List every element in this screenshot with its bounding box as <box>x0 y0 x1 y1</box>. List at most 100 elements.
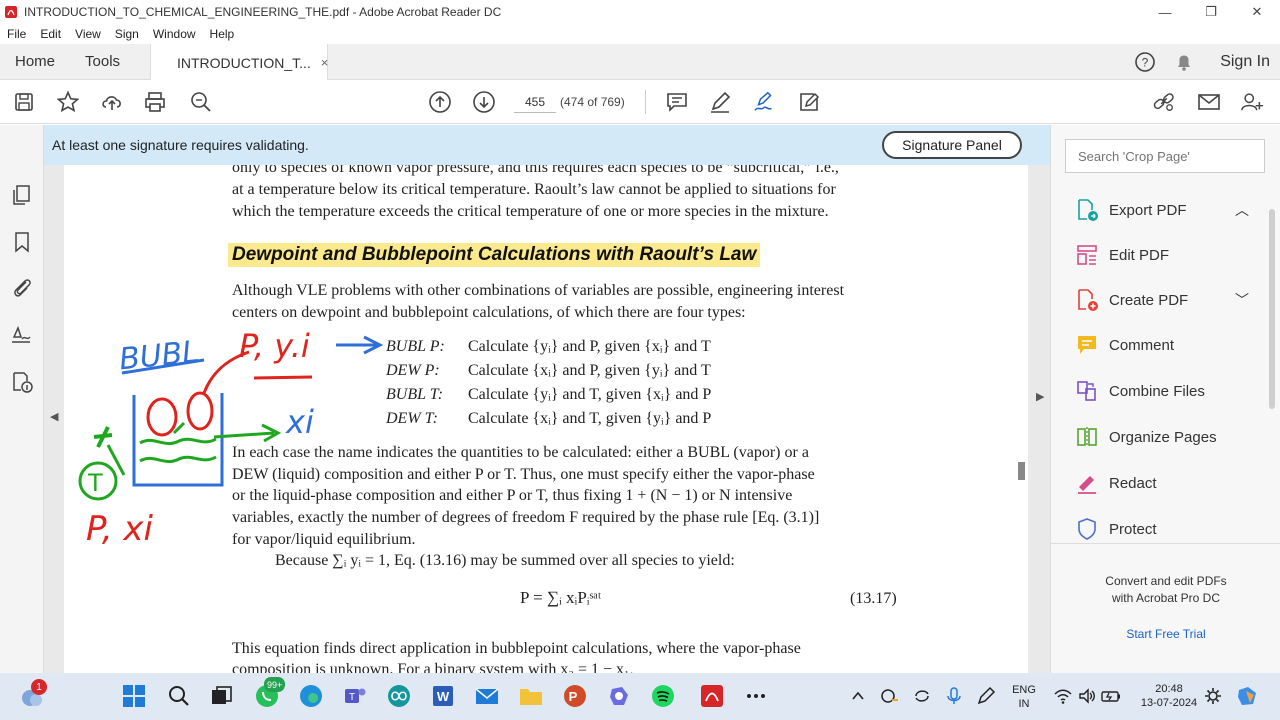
clock[interactable]: 20:48 13-07-2024 <box>1140 682 1198 710</box>
content-info-icon[interactable] <box>10 370 34 394</box>
chevron-down-icon[interactable]: ﹀ <box>1235 290 1249 310</box>
more-apps-icon[interactable] <box>743 683 769 709</box>
page-thumbnails-icon[interactable] <box>10 183 34 207</box>
acrobat-taskbar-icon[interactable] <box>699 683 725 709</box>
start-windows-icon[interactable] <box>121 683 147 709</box>
teams-icon[interactable]: T <box>342 683 368 709</box>
tools-search-input[interactable] <box>1065 139 1265 173</box>
highlight-pen-icon[interactable] <box>708 90 732 114</box>
svg-text:W: W <box>437 689 450 704</box>
export-pdf-icon <box>1078 199 1098 221</box>
tools-pane-scrollbar[interactable] <box>1269 209 1275 409</box>
help-icon[interactable]: ? <box>1134 51 1156 73</box>
bookmark-star-icon[interactable] <box>56 90 80 114</box>
windows-taskbar: 1 99+ T W P ENG IN 20:48 13-07-2024 <box>0 673 1280 720</box>
clock-date: 13-07-2024 <box>1140 697 1198 709</box>
tool-protect[interactable]: Protect <box>1075 514 1157 544</box>
combine-files-icon <box>1077 381 1096 401</box>
share-link-icon[interactable] <box>1152 90 1176 114</box>
comment-icon[interactable] <box>665 90 689 114</box>
restore-button[interactable]: ❐ <box>1188 0 1234 24</box>
previous-page-icon[interactable] <box>428 90 452 114</box>
weather-badge: 1 <box>31 679 47 695</box>
copilot-icon[interactable] <box>606 683 632 709</box>
title-bar: INTRODUCTION_TO_CHEMICAL_ENGINEERING_THE… <box>0 0 1280 24</box>
ink-pyi-label: P, y.i <box>239 327 310 365</box>
tool-edit-pdf[interactable]: Edit PDF <box>1075 240 1169 270</box>
whatsapp-icon[interactable]: 99+ <box>254 677 286 709</box>
page-number-input[interactable]: 455 <box>514 91 556 113</box>
edit-document-icon[interactable] <box>797 90 821 114</box>
tab-document-label: INTRODUCTION_T... <box>177 54 311 71</box>
start-free-trial-link[interactable]: Start Free Trial <box>1051 627 1280 641</box>
fill-sign-icon[interactable] <box>753 90 777 114</box>
tab-document[interactable]: INTRODUCTION_T... × <box>150 44 328 81</box>
language-indicator[interactable]: ENG IN <box>1008 683 1040 711</box>
powerpoint-icon[interactable]: P <box>562 683 588 709</box>
upload-cloud-icon[interactable] <box>100 90 124 114</box>
task-view-icon[interactable] <box>209 683 235 709</box>
minimize-button[interactable]: — <box>1142 0 1188 24</box>
document-scrollbar-thumb[interactable] <box>1018 462 1025 480</box>
pdf-page: only to species of known vapor pressure,… <box>64 165 1028 673</box>
tool-label: Combine Files <box>1109 382 1205 400</box>
tab-bar: Home Tools INTRODUCTION_T... × ? Sign In <box>0 44 1280 81</box>
edge-browser-icon[interactable] <box>298 683 324 709</box>
tab-tools[interactable]: Tools <box>70 44 135 80</box>
signatures-icon[interactable] <box>10 323 34 347</box>
menu-file[interactable]: File <box>0 27 33 41</box>
tool-comment[interactable]: Comment <box>1075 330 1174 360</box>
tray-app-icon[interactable] <box>877 683 903 709</box>
tool-export-pdf[interactable]: Export PDF ︿ <box>1075 195 1249 225</box>
battery-icon[interactable] <box>1098 683 1124 709</box>
next-page-icon[interactable] <box>472 90 496 114</box>
close-window-button[interactable]: ✕ <box>1234 0 1280 24</box>
pen-tray-icon[interactable] <box>973 683 999 709</box>
tool-redact[interactable]: Redact <box>1075 468 1157 498</box>
file-explorer-icon[interactable] <box>518 683 544 709</box>
tool-combine-files[interactable]: Combine Files <box>1075 376 1205 406</box>
microphone-icon[interactable] <box>941 683 967 709</box>
show-hidden-icons-chevron[interactable] <box>845 683 871 709</box>
menu-window[interactable]: Window <box>146 27 203 41</box>
add-user-icon[interactable] <box>1240 90 1264 114</box>
tab-home[interactable]: Home <box>0 44 70 80</box>
expand-right-panel-icon[interactable]: ▶ <box>1036 390 1044 403</box>
menu-sign[interactable]: Sign <box>108 27 146 41</box>
tool-label: Protect <box>1109 520 1157 538</box>
tool-label: Create PDF <box>1109 291 1189 309</box>
document-viewport[interactable]: only to species of known vapor pressure,… <box>44 165 1050 673</box>
notification-bell-icon[interactable] <box>1174 52 1194 72</box>
collapse-left-panel-icon[interactable]: ◀ <box>50 410 58 423</box>
close-tab-icon[interactable]: × <box>321 55 329 70</box>
tool-organize-pages[interactable]: Organize Pages <box>1075 422 1217 452</box>
tool-create-pdf[interactable]: Create PDF ﹀ <box>1075 285 1249 315</box>
bookmarks-icon[interactable] <box>10 230 34 254</box>
volume-icon[interactable] <box>1074 683 1100 709</box>
acrobat-pro-promo: Convert and edit PDFs with Acrobat Pro D… <box>1051 573 1280 607</box>
search-icon[interactable] <box>166 683 192 709</box>
ink-pxi-label: P, xi <box>86 509 154 549</box>
menu-help[interactable]: Help <box>203 27 242 41</box>
copilot-pre-icon[interactable] <box>1234 683 1260 709</box>
attachments-paperclip-icon[interactable] <box>10 275 34 299</box>
chevron-up-icon[interactable]: ︿ <box>1235 200 1249 220</box>
arduino-icon[interactable] <box>386 683 412 709</box>
weather-widget-icon[interactable]: 1 <box>18 679 47 709</box>
email-icon[interactable] <box>1197 90 1221 114</box>
clock-time: 20:48 <box>1155 683 1183 695</box>
save-icon[interactable] <box>12 90 36 114</box>
zoom-search-icon[interactable] <box>189 90 213 114</box>
wifi-icon[interactable] <box>1050 683 1076 709</box>
ink-xi-label: xi <box>285 403 314 441</box>
print-icon[interactable] <box>143 90 167 114</box>
notification-center-icon[interactable] <box>1200 683 1226 709</box>
menu-view[interactable]: View <box>68 27 108 41</box>
sign-in-button[interactable]: Sign In <box>1220 53 1270 71</box>
signature-panel-button[interactable]: Signature Panel <box>882 131 1022 159</box>
menu-edit[interactable]: Edit <box>33 27 68 41</box>
mail-icon[interactable] <box>474 683 500 709</box>
sync-icon[interactable] <box>909 683 935 709</box>
word-icon[interactable]: W <box>430 683 456 709</box>
spotify-icon[interactable] <box>650 683 676 709</box>
